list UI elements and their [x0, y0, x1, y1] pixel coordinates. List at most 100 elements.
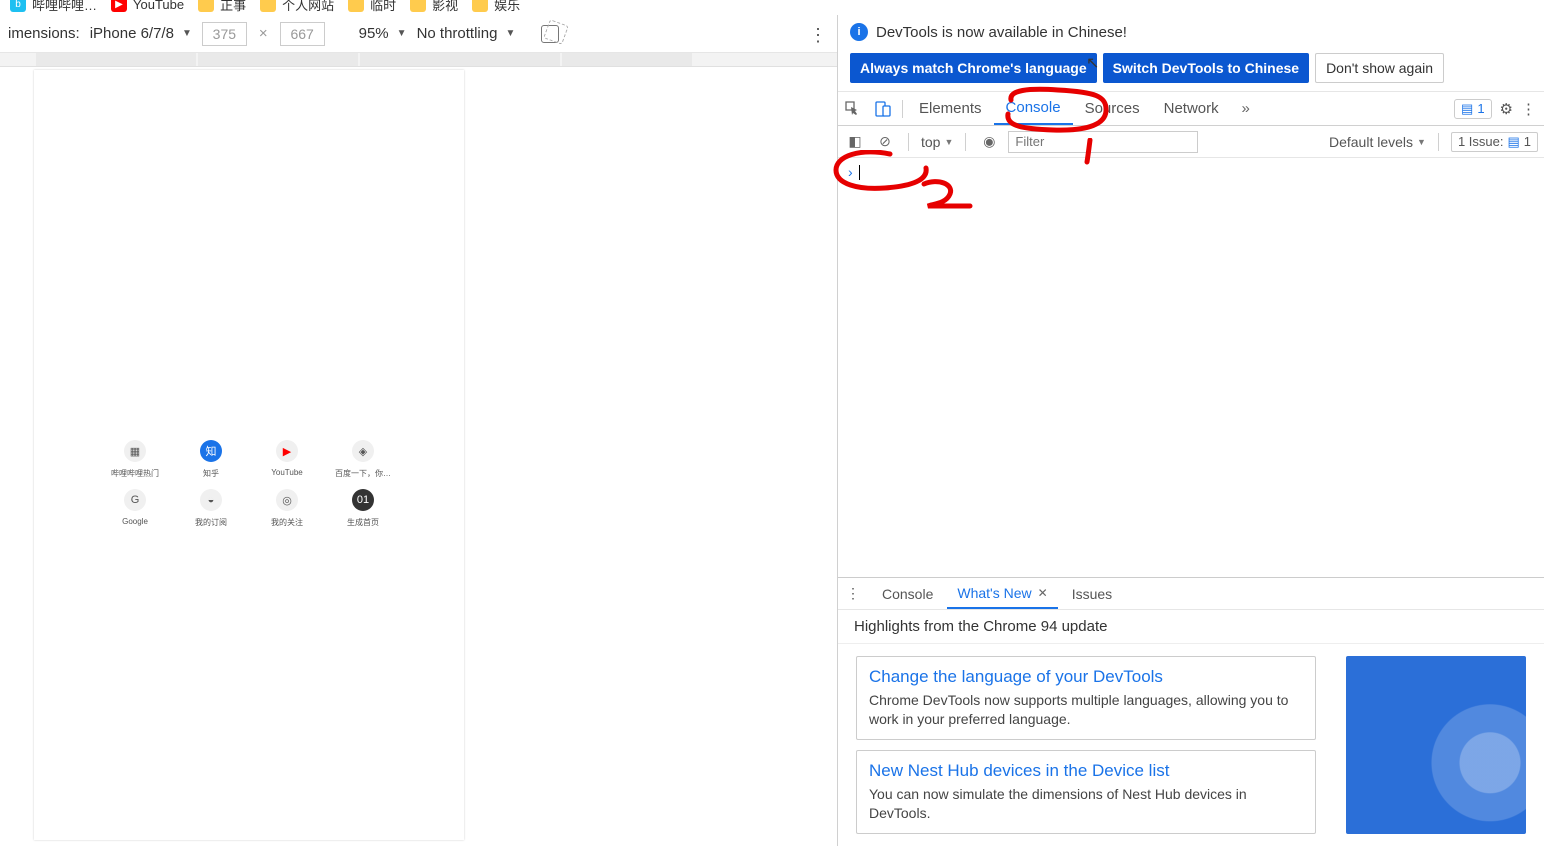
- highlight-cards: Change the language of your DevTools Chr…: [856, 656, 1316, 834]
- shortcut-icon: ◎: [276, 489, 298, 511]
- bookmark-item[interactable]: b哔哩哔哩…: [10, 0, 97, 14]
- throttling-select[interactable]: No throttling: [417, 25, 516, 42]
- bookmark-folder[interactable]: 影视: [410, 0, 458, 14]
- width-input[interactable]: [202, 22, 247, 46]
- always-match-button[interactable]: Always match Chrome's language: [850, 53, 1097, 83]
- bookmark-folder[interactable]: 临时: [348, 0, 396, 14]
- height-input[interactable]: [280, 22, 325, 46]
- issue-icon: [1507, 134, 1519, 150]
- kebab-menu-icon[interactable]: ⋮: [1521, 100, 1536, 118]
- console-sidebar-icon[interactable]: ◧: [844, 133, 866, 150]
- shortcut-icon: 知: [200, 440, 222, 462]
- filter-input[interactable]: [1008, 131, 1198, 153]
- shortcut-icon: 01: [352, 489, 374, 511]
- bookmark-label: 哔哩哔哩…: [32, 0, 97, 14]
- language-banner: i DevTools is now available in Chinese! …: [838, 15, 1544, 92]
- console-filter-bar: ◧ ⊘ top ◉ Default levels 1 Issue: 1: [838, 126, 1544, 158]
- more-tabs-icon[interactable]: »: [1231, 92, 1261, 125]
- shortcut-item[interactable]: ◎ 我的关注: [258, 489, 316, 528]
- drawer-tab-whatsnew[interactable]: What's New ✕: [947, 578, 1057, 609]
- drawer-menu-icon[interactable]: ⋮: [846, 585, 860, 602]
- highlight-card[interactable]: Change the language of your DevTools Chr…: [856, 656, 1316, 740]
- divider: [902, 100, 903, 118]
- divider: [965, 133, 966, 151]
- ruler: [0, 53, 837, 67]
- banner-text: DevTools is now available in Chinese!: [876, 24, 1127, 41]
- shortcut-item[interactable]: ◈ 百度一下，你…: [334, 440, 392, 479]
- drawer-header: Highlights from the Chrome 94 update: [838, 610, 1544, 644]
- folder-icon: [260, 0, 276, 12]
- device-preview-pane: imensions: iPhone 6/7/8 × 95% No throttl…: [0, 15, 838, 846]
- tab-console[interactable]: Console: [994, 92, 1073, 125]
- shortcut-label: 我的关注: [271, 517, 303, 528]
- bookmark-label: 娱乐: [494, 0, 520, 14]
- dont-show-button[interactable]: Don't show again: [1315, 53, 1444, 83]
- inspect-element-icon[interactable]: [838, 92, 868, 125]
- console-body[interactable]: ›: [838, 158, 1544, 577]
- bookmark-folder[interactable]: 个人网站: [260, 0, 334, 14]
- bookmarks-bar: b哔哩哔哩… ▶ YouTube 正事 个人网站 临时 影视 娱乐: [0, 0, 1544, 14]
- rotate-icon[interactable]: [541, 25, 559, 43]
- device-select[interactable]: iPhone 6/7/8: [90, 25, 192, 42]
- tab-network[interactable]: Network: [1152, 92, 1231, 125]
- zoom-select[interactable]: 95%: [359, 25, 407, 42]
- messages-badge[interactable]: 1: [1454, 99, 1492, 119]
- drawer-tab-label: What's New: [957, 585, 1031, 601]
- devtools-pane: i DevTools is now available in Chinese! …: [838, 15, 1544, 846]
- drawer: ⋮ Console What's New ✕ Issues Highlights …: [838, 577, 1544, 846]
- highlight-card[interactable]: New Nest Hub devices in the Device list …: [856, 750, 1316, 834]
- shortcut-label: 知乎: [203, 468, 219, 479]
- shortcut-item[interactable]: 01生成首页: [334, 489, 392, 528]
- shortcut-item[interactable]: 知知乎: [182, 440, 240, 479]
- bookmark-label: 影视: [432, 0, 458, 14]
- dim-x: ×: [259, 25, 268, 42]
- shortcut-label: 哔哩哔哩热门: [111, 468, 159, 479]
- folder-icon: [348, 0, 364, 12]
- shortcut-icon: ◈: [352, 440, 374, 462]
- highlights: Change the language of your DevTools Chr…: [838, 644, 1544, 846]
- dimensions-label: imensions:: [8, 25, 80, 42]
- settings-icon[interactable]: ⚙: [1500, 100, 1513, 118]
- bookmark-folder[interactable]: 正事: [198, 0, 246, 14]
- card-body: Chrome DevTools now supports multiple la…: [869, 691, 1303, 729]
- shortcut-label: 我的订阅: [195, 517, 227, 528]
- bookmark-label: 个人网站: [282, 0, 334, 14]
- shortcut-item[interactable]: GGoogle: [106, 489, 164, 528]
- card-title: New Nest Hub devices in the Device list: [869, 761, 1303, 781]
- issue-label: 1 Issue:: [1458, 134, 1504, 149]
- more-options-icon[interactable]: ⋮: [809, 25, 827, 46]
- bookmark-label: YouTube: [133, 0, 184, 12]
- clear-console-icon[interactable]: ⊘: [874, 133, 896, 150]
- close-icon[interactable]: ✕: [1038, 586, 1048, 600]
- drawer-tab-issues[interactable]: Issues: [1062, 578, 1122, 609]
- console-prompt[interactable]: ›: [848, 164, 860, 180]
- shortcut-item[interactable]: ◒ 我的订阅: [182, 489, 240, 528]
- divider: [908, 133, 909, 151]
- folder-icon: [410, 0, 426, 12]
- toggle-device-icon[interactable]: [868, 92, 898, 125]
- bookmark-item[interactable]: ▶ YouTube: [111, 0, 184, 12]
- tab-elements[interactable]: Elements: [907, 92, 994, 125]
- bookmark-folder[interactable]: 娱乐: [472, 0, 520, 14]
- caret: [859, 165, 860, 180]
- shortcut-icon: ▶: [276, 440, 298, 462]
- context-select[interactable]: top: [921, 134, 953, 150]
- shortcut-item[interactable]: ▶YouTube: [258, 440, 316, 479]
- switch-devtools-button[interactable]: Switch DevTools to Chinese: [1103, 53, 1309, 83]
- levels-select[interactable]: Default levels: [1329, 134, 1426, 150]
- issues-button[interactable]: 1 Issue: 1: [1451, 132, 1538, 152]
- divider: [1438, 133, 1439, 151]
- folder-icon: [198, 0, 214, 12]
- shortcut-label: 百度一下，你…: [335, 468, 391, 479]
- shortcut-label: Google: [122, 517, 148, 526]
- device-viewport: ▦哔哩哔哩热门 知知乎 ▶YouTube ◈ 百度一下，你… GGoogle ◒ 我…: [34, 70, 464, 840]
- live-expression-icon[interactable]: ◉: [978, 133, 1000, 150]
- shortcut-item[interactable]: ▦哔哩哔哩热门: [106, 440, 164, 479]
- bookmark-label: 正事: [220, 0, 246, 14]
- shortcut-icon: ◒: [200, 489, 222, 511]
- folder-icon: [472, 0, 488, 12]
- youtube-icon: ▶: [111, 0, 127, 12]
- drawer-tab-console[interactable]: Console: [872, 578, 943, 609]
- shortcut-grid: ▦哔哩哔哩热门 知知乎 ▶YouTube ◈ 百度一下，你… GGoogle ◒ 我…: [34, 440, 464, 528]
- tab-sources[interactable]: Sources: [1073, 92, 1152, 125]
